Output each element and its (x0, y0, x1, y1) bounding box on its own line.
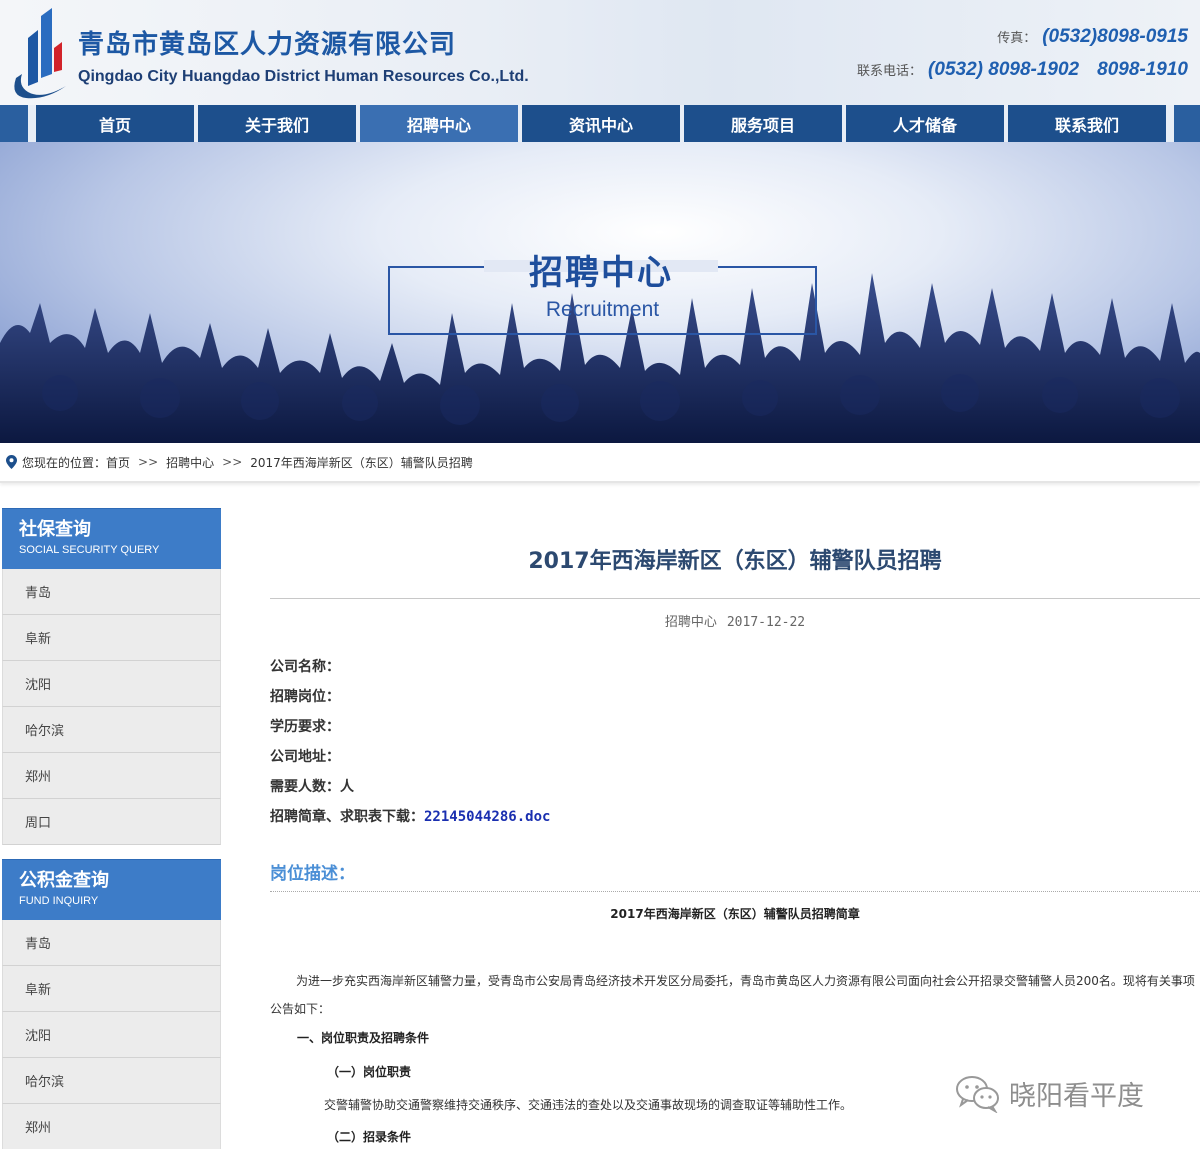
sidebar-social-security-title: 社保查询 (19, 519, 91, 540)
fax-info: 传真： (0532)8098-0915 (997, 26, 1188, 48)
nav-item-contact[interactable]: 联系我们 (1008, 105, 1166, 142)
nav-item-services[interactable]: 服务项目 (684, 105, 842, 142)
breadcrumb-home-link[interactable]: 首页 (106, 454, 130, 471)
fax-number: (0532)8098-0915 (1042, 26, 1188, 47)
heading-duties: （一）岗位职责 (327, 1065, 412, 1079)
field-position: 招聘岗位： (270, 689, 340, 705)
field-address: 公司地址： (270, 749, 340, 765)
download-label: 招聘简章、求职表下载： (270, 809, 424, 825)
nav-item-news[interactable]: 资讯中心 (522, 105, 680, 142)
banner-title: 招聘中心 (529, 253, 673, 293)
sidebar-fund-title: 公积金查询 (19, 870, 109, 891)
location-pin-icon (6, 455, 17, 469)
field-education: 学历要求： (270, 719, 340, 735)
nav-item-talent-pool[interactable]: 人才储备 (846, 105, 1004, 142)
phone-number-2: 8098-1910 (1097, 59, 1188, 80)
heading-duties-requirements: 一、岗位职责及招聘条件 (297, 1031, 430, 1045)
nav-item-home[interactable]: 首页 (36, 105, 194, 142)
company-logo-icon[interactable] (6, 8, 70, 100)
article-meta: 招聘中心 2017-12-22 (270, 611, 1200, 630)
sidebar-fund-title-en: FUND INQUIRY (19, 895, 99, 907)
heading-requirements: （二）招录条件 (327, 1130, 412, 1144)
title-divider (270, 598, 1200, 599)
download-file-link[interactable]: 22145044286.doc (424, 809, 550, 825)
phone-number-1: (0532) 8098-1902 (928, 59, 1080, 80)
field-download: 招聘简章、求职表下载：22145044286.doc (270, 806, 550, 826)
sidebar-item-zhengzhou[interactable]: 郑州 (2, 753, 221, 799)
breadcrumb-prefix: 您现在的位置： (22, 455, 107, 470)
sidebar-item-shenyang[interactable]: 沈阳 (2, 661, 221, 707)
sidebar-item-qingdao[interactable]: 青岛 (2, 569, 221, 615)
phone-label: 联系电话： (857, 64, 923, 79)
field-headcount: 需要人数：人 (270, 779, 354, 795)
sidebar-item-zhengzhou[interactable]: 郑州 (2, 1104, 221, 1149)
sidebar-item-harbin[interactable]: 哈尔滨 (2, 1058, 221, 1104)
breadcrumb-section-link[interactable]: 招聘中心 (166, 454, 214, 471)
company-name-cn: 青岛市黄岛区人力资源有限公司 (78, 30, 457, 60)
sidebar-item-shenyang[interactable]: 沈阳 (2, 1012, 221, 1058)
breadcrumb-separator: >> (222, 455, 243, 469)
phone-info: 联系电话： (0532) 8098-1902 8098-1910 (857, 59, 1188, 81)
main-nav: 首页 关于我们 招聘中心 资讯中心 服务项目 人才储备 联系我们 (0, 105, 1200, 142)
nav-item-recruitment[interactable]: 招聘中心 (360, 105, 518, 142)
sidebar-fund-header: 公积金查询 FUND INQUIRY (2, 859, 221, 920)
nav-edge-left (0, 105, 28, 142)
watermark-text: 晓阳看平度 (1009, 1080, 1144, 1112)
sidebar-social-security-title-en: SOCIAL SECURITY QUERY (19, 544, 160, 556)
sidebar-item-qingdao[interactable]: 青岛 (2, 920, 221, 966)
field-company-name: 公司名称： (270, 659, 340, 675)
sidebar-item-zhoukou[interactable]: 周口 (2, 799, 221, 845)
breadcrumb: 您现在的位置： 首页 >> 招聘中心 >> 2017年西海岸新区（东区）辅警队员… (0, 443, 1200, 483)
breadcrumb-current: 2017年西海岸新区（东区）辅警队员招聘 (250, 455, 473, 470)
fax-label: 传真： (997, 31, 1037, 46)
nav-item-about[interactable]: 关于我们 (198, 105, 356, 142)
wechat-watermark: 晓阳看平度 (955, 1073, 1144, 1113)
article-category: 招聘中心 (664, 615, 717, 630)
sidebar-item-fuxin[interactable]: 阜新 (2, 966, 221, 1012)
section-divider (270, 891, 1200, 892)
announcement-intro: 为进一步充实西海岸新区辅警力量，受青岛市公安局青岛经济技术开发区分局委托，青岛市… (270, 974, 1195, 1016)
article-date: 2017-12-22 (726, 615, 806, 630)
sidebar-item-harbin[interactable]: 哈尔滨 (2, 707, 221, 753)
sidebar-fund-inquiry: 公积金查询 FUND INQUIRY 青岛 阜新 沈阳 哈尔滨 郑州 (2, 859, 221, 1149)
wechat-icon (956, 1076, 999, 1113)
breadcrumb-separator: >> (138, 455, 159, 469)
sidebar-item-fuxin[interactable]: 阜新 (2, 615, 221, 661)
recruitment-banner: 招聘中心 Recruitment (0, 142, 1200, 443)
announcement-title: 2017年西海岸新区（东区）辅警队员招聘简章 (610, 907, 860, 921)
duties-text: 交警辅警协助交通警察维持交通秩序、交通违法的查处以及交通事故现场的调查取证等辅助… (324, 1098, 853, 1112)
nav-edge-right (1174, 105, 1200, 142)
banner-subtitle: Recruitment (545, 298, 660, 321)
job-description-heading: 岗位描述： (270, 864, 355, 884)
article-title: 2017年西海岸新区（东区）辅警队员招聘 (528, 549, 942, 574)
site-header: 青岛市黄岛区人力资源有限公司 Qingdao City Huangdao Dis… (0, 0, 1200, 105)
sidebar-social-security: 社保查询 SOCIAL SECURITY QUERY 青岛 阜新 沈阳 哈尔滨 … (2, 508, 221, 845)
company-name-en: Qingdao City Huangdao District Human Res… (78, 68, 529, 85)
sidebar-social-security-header: 社保查询 SOCIAL SECURITY QUERY (2, 508, 221, 569)
